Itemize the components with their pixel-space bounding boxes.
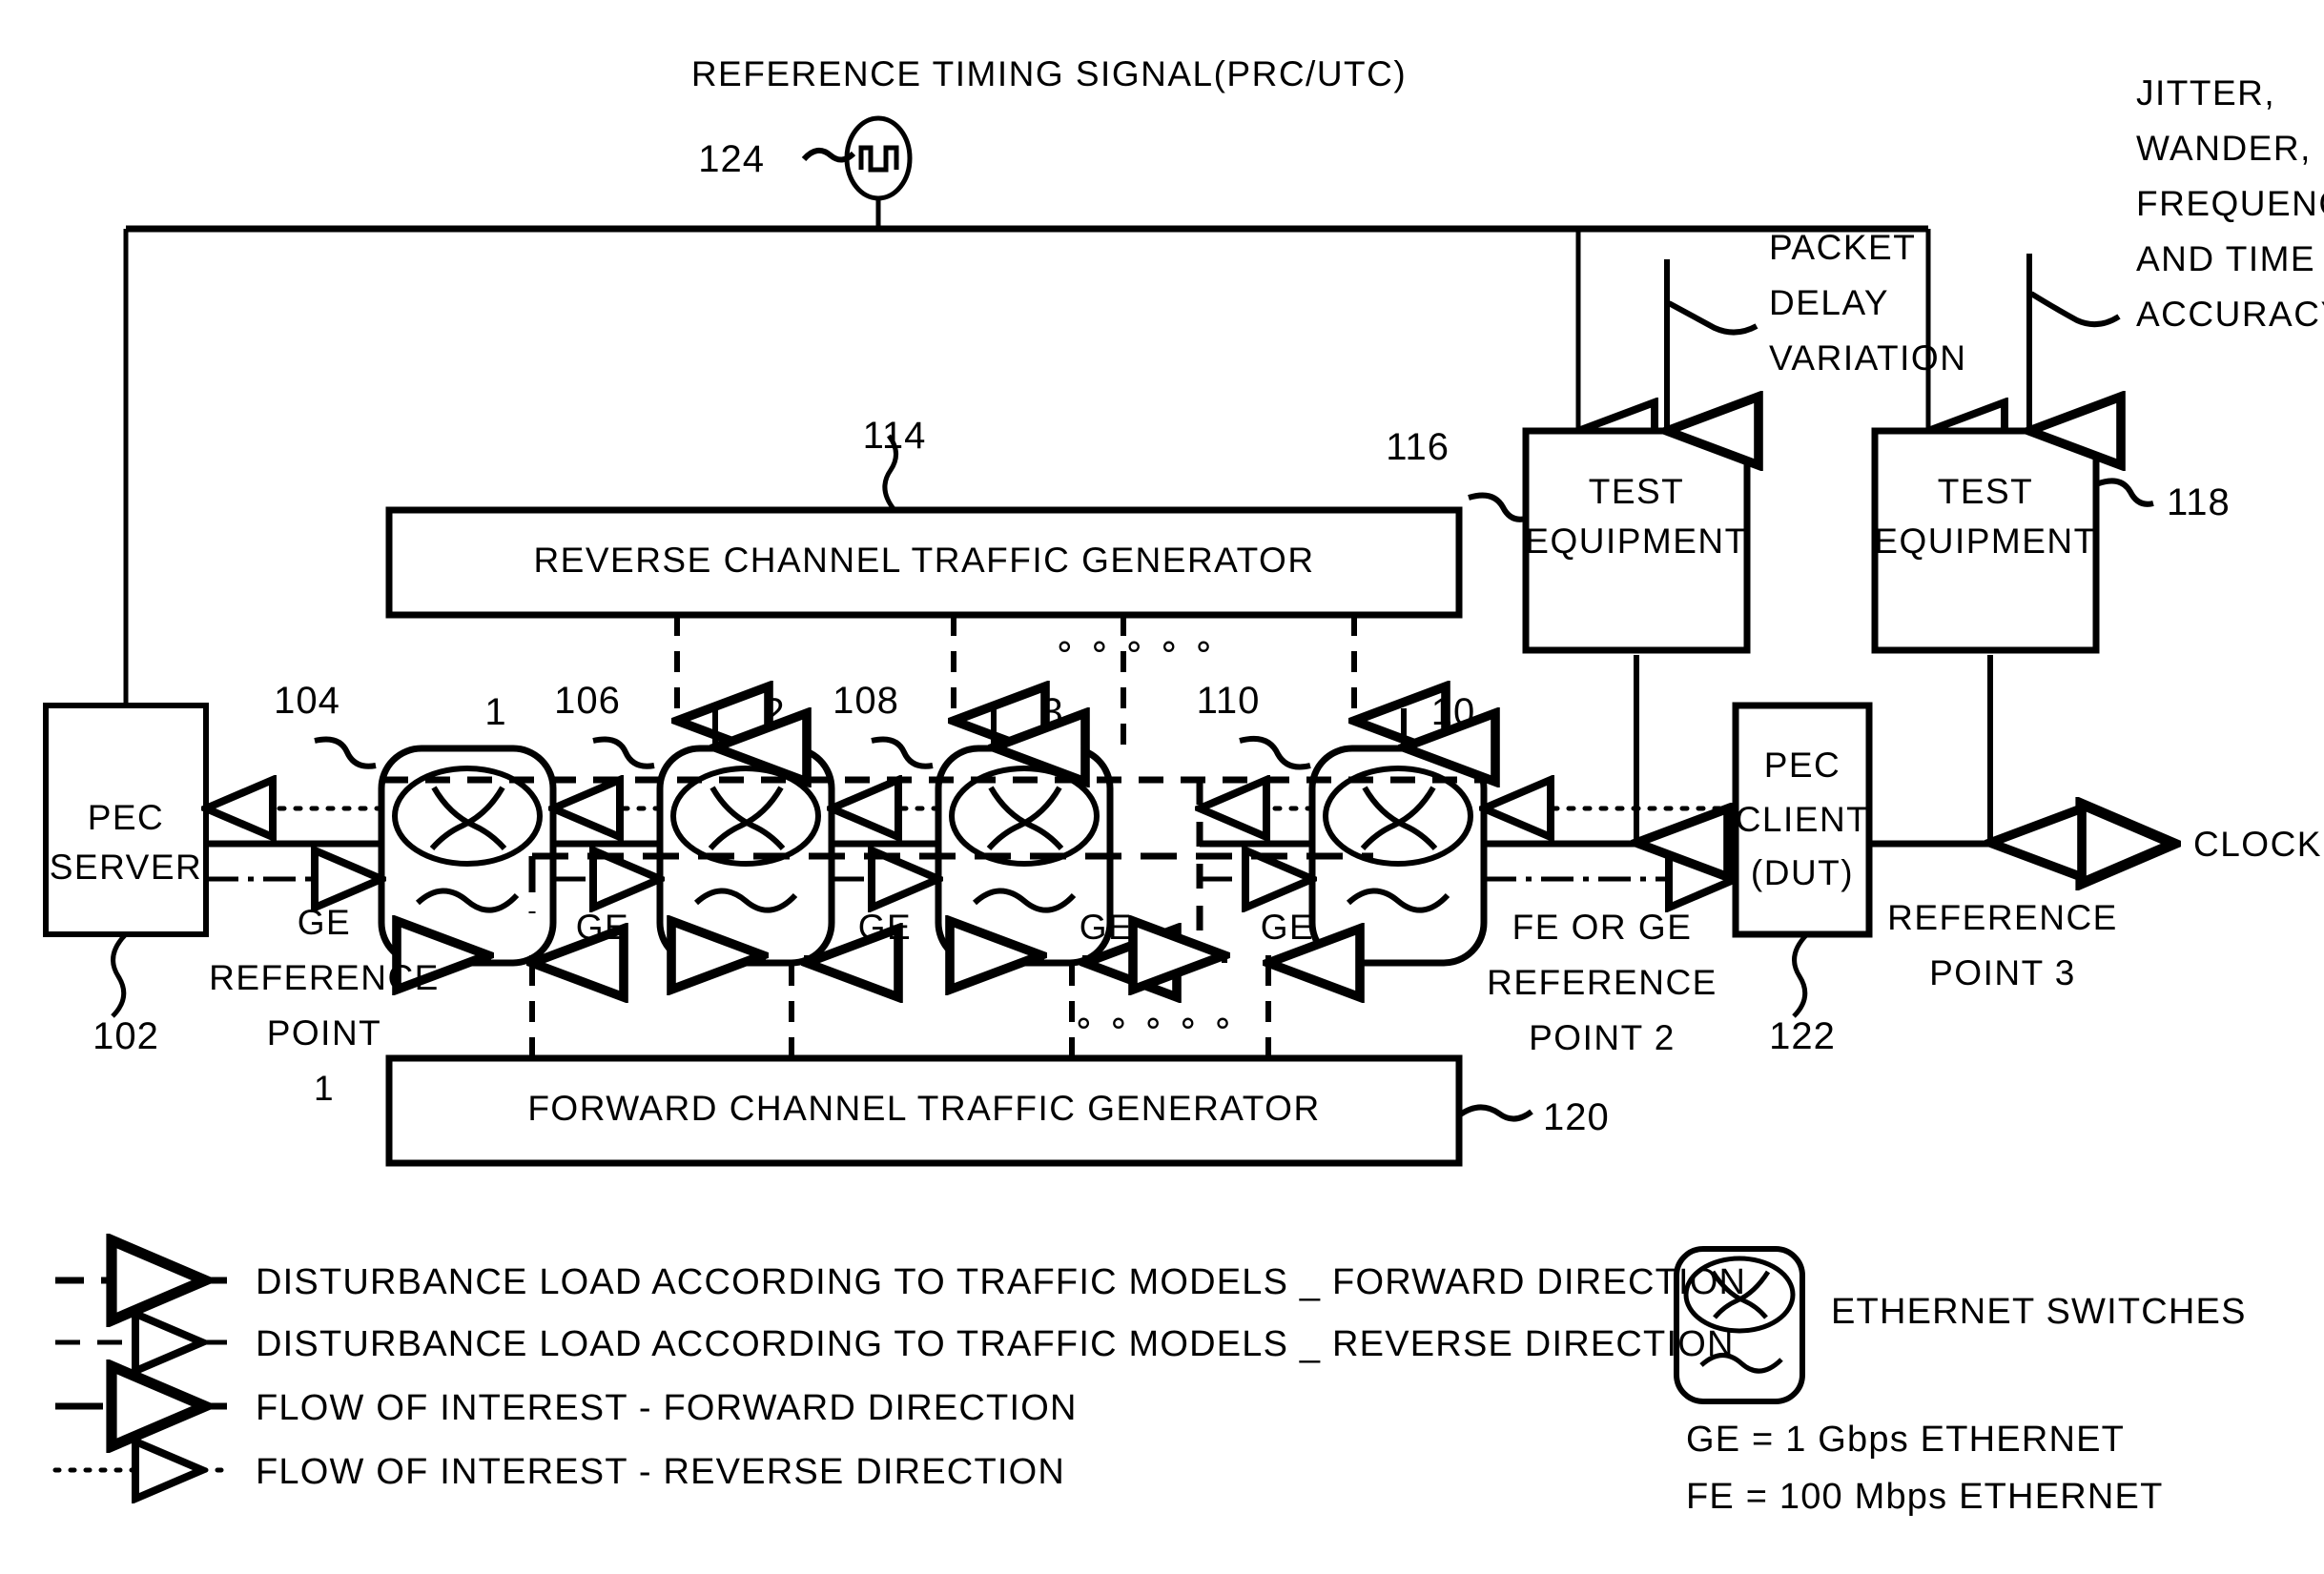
legend-label-0: DISTURBANCE LOAD ACCORDING TO TRAFFIC MO… bbox=[256, 1262, 1746, 1302]
ref-104: 104 bbox=[274, 680, 340, 722]
jitter-label-3: FREQUENCY bbox=[2136, 184, 2324, 223]
leader-122 bbox=[1792, 932, 1809, 1018]
legend-label-2: FLOW OF INTEREST - FORWARD DIRECTION bbox=[256, 1388, 1078, 1428]
leader-104 bbox=[314, 736, 377, 769]
ref-point-3-label-1: REFERENCE bbox=[1887, 898, 2118, 937]
leader-jitter bbox=[2029, 291, 2121, 328]
ref-108: 108 bbox=[833, 680, 899, 722]
clock-source-icon bbox=[844, 115, 913, 201]
ref-102: 102 bbox=[93, 1015, 159, 1057]
ref-122: 122 bbox=[1769, 1015, 1836, 1057]
leader-118 bbox=[2094, 478, 2154, 507]
switch-number-1: 1 bbox=[484, 691, 506, 733]
fe-ge-ref2-label-1: FE OR GE bbox=[1512, 908, 1693, 947]
ref-124: 124 bbox=[698, 138, 765, 180]
jitter-wander-arrow bbox=[2029, 254, 2119, 431]
ge-link-label-2: GE bbox=[858, 908, 912, 947]
jitter-label-5: ACCURACY bbox=[2136, 295, 2324, 334]
fe-ge-ref2-label-3: POINT 2 bbox=[1529, 1018, 1676, 1057]
pec-client-label-2: CLIENT bbox=[1736, 800, 1870, 839]
legend-fe-definition: FE = 100 Mbps ETHERNET bbox=[1686, 1477, 2164, 1517]
forward-generator-label: FORWARD CHANNEL TRAFFIC GENERATOR bbox=[527, 1089, 1320, 1128]
leader-102 bbox=[111, 932, 128, 1018]
legend-label-1: DISTURBANCE LOAD ACCORDING TO TRAFFIC MO… bbox=[256, 1324, 1735, 1364]
packet-delay-label-1: PACKET bbox=[1769, 228, 1916, 267]
ref-point-3-label-2: POINT 3 bbox=[1929, 953, 2076, 992]
leader-108 bbox=[871, 736, 934, 769]
ge-ref1-label-4: 1 bbox=[314, 1069, 335, 1108]
ellipsis-bottom: ∘ ∘ ∘ ∘ ∘ bbox=[1073, 1003, 1235, 1042]
jitter-label-4: AND TIME bbox=[2136, 239, 2315, 278]
leader-packet-delay bbox=[1667, 300, 1758, 336]
reverse-generator-label: REVERSE CHANNEL TRAFFIC GENERATOR bbox=[533, 541, 1314, 580]
title-reference-timing: REFERENCE TIMING SIGNAL(PRC/UTC) bbox=[691, 54, 1407, 93]
diagram-svg: REFERENCE TIMING SIGNAL(PRC/UTC) 124 PEC… bbox=[43, 54, 2324, 1517]
ge-link-label-4: GE bbox=[1261, 908, 1314, 947]
leader-106 bbox=[592, 736, 655, 769]
pec-client-label-1: PEC bbox=[1764, 746, 1841, 785]
ref-118: 118 bbox=[2167, 481, 2231, 523]
packet-delay-arrow bbox=[1667, 259, 1757, 431]
legend-ge-definition: GE = 1 Gbps ETHERNET bbox=[1686, 1420, 2125, 1460]
leader-110 bbox=[1239, 735, 1311, 770]
legend-line-samples bbox=[52, 1280, 230, 1470]
test-equipment-1-label-1: TEST bbox=[1589, 472, 1685, 511]
legend-label-3: FLOW OF INTEREST - REVERSE DIRECTION bbox=[256, 1452, 1065, 1492]
legend-switch-label: ETHERNET SWITCHES bbox=[1831, 1292, 2247, 1332]
leader-120 bbox=[1457, 1104, 1533, 1122]
ge-ref1-label-1: GE bbox=[298, 903, 351, 942]
fe-ge-ref2-label-2: REFERENCE bbox=[1487, 963, 1717, 1002]
pec-client-label-3: (DUT) bbox=[1751, 853, 1854, 892]
switch-tap-arrows bbox=[488, 955, 1268, 963]
jitter-label-1: JITTER, bbox=[2136, 73, 2275, 112]
patent-diagram-canvas: REFERENCE TIMING SIGNAL(PRC/UTC) 124 PEC… bbox=[0, 0, 2324, 1574]
ge-ref1-label-2: REFERENCE bbox=[209, 958, 440, 997]
ge-link-label-1: GE bbox=[576, 908, 629, 947]
ref-110: 110 bbox=[1197, 680, 1261, 722]
ellipsis-top: ∘ ∘ ∘ ∘ ∘ bbox=[1054, 626, 1216, 665]
packet-delay-label-2: DELAY bbox=[1769, 283, 1889, 322]
jitter-label-2: WANDER, bbox=[2136, 129, 2312, 168]
switch-number-2: 2 bbox=[763, 691, 785, 733]
pec-server-label-2: SERVER bbox=[50, 848, 203, 887]
ge-ref1-label-3: POINT bbox=[267, 1013, 382, 1053]
test-equipment-2-label-2: EQUIPMENT bbox=[1874, 521, 2096, 561]
ref-106: 106 bbox=[554, 680, 621, 722]
packet-delay-label-3: VARIATION bbox=[1769, 338, 1966, 378]
ref-116: 116 bbox=[1386, 426, 1450, 468]
ge-link-label-3: GE bbox=[1080, 908, 1133, 947]
switch-number-3: 3 bbox=[1041, 691, 1063, 733]
ref-114: 114 bbox=[863, 415, 927, 457]
test-equipment-1-label-2: EQUIPMENT bbox=[1525, 521, 1747, 561]
switch-number-10: 10 bbox=[1431, 691, 1476, 733]
reverse-generator-block[interactable] bbox=[385, 434, 1463, 619]
clock-output-label: CLOCK bbox=[2193, 825, 2322, 864]
ref-120: 120 bbox=[1543, 1096, 1610, 1138]
leader-116 bbox=[1468, 492, 1527, 522]
pec-server-label-1: PEC bbox=[88, 798, 165, 837]
test-equipment-2-label-1: TEST bbox=[1938, 472, 2034, 511]
